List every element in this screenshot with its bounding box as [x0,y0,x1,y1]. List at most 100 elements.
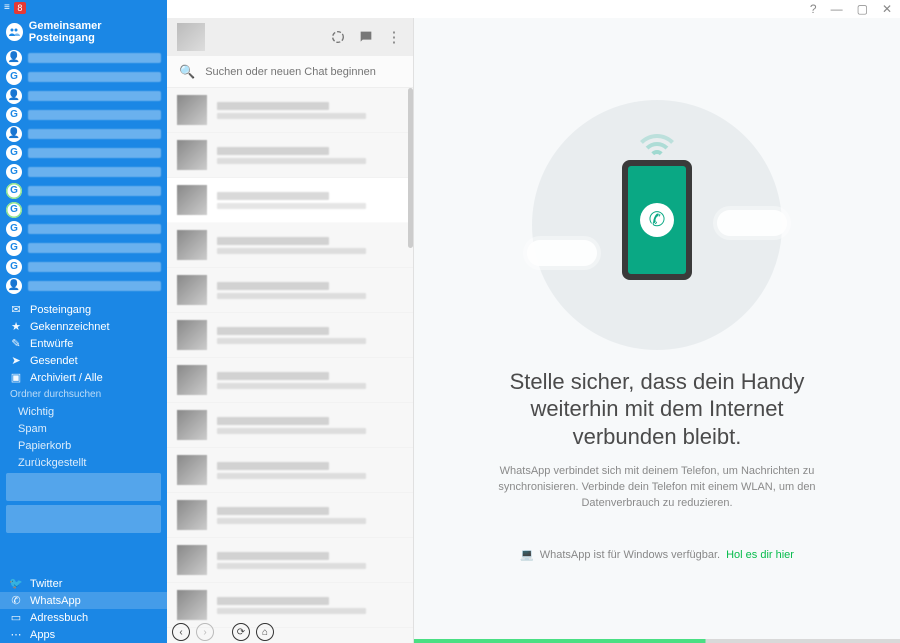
sidebar-title: Gemeinsamer Posteingang [29,20,161,44]
close-button[interactable]: ✕ [882,2,892,16]
nav-forward-icon[interactable]: › [196,623,214,641]
folder-inbox[interactable]: ✉Posteingang [0,301,167,318]
app-root: ≡ 8 Gemeinsamer Posteingang 👤 G 👤 G 👤 G … [0,0,900,643]
avatar [177,95,207,125]
account-item[interactable]: G [0,105,167,124]
bottom-nav-icons: ‹ › ⟳ ⌂ [172,623,274,641]
nav-back-icon[interactable]: ‹ [172,623,190,641]
google-icon: G [6,221,22,237]
download-link[interactable]: Hol es dir hier [726,549,794,561]
chat-item[interactable] [167,358,413,403]
chat-item[interactable] [167,583,413,628]
account-item[interactable]: 👤 [0,48,167,67]
nav-whatsapp[interactable]: ✆WhatsApp [0,592,167,609]
account-item[interactable]: 👤 [0,276,167,295]
whatsapp-illustration: ✆ [532,100,782,350]
avatar [177,365,207,395]
content-row: ⋮ 🔍 [167,18,900,643]
minimize-button[interactable]: — [831,2,843,16]
status-icon[interactable] [329,28,347,46]
sidebar-title-row[interactable]: Gemeinsamer Posteingang [0,16,167,48]
google-icon: G [6,240,22,256]
avatar [177,275,207,305]
account-item[interactable]: G [0,257,167,276]
draft-icon: ✎ [10,338,22,350]
avatar [177,545,207,575]
whatsapp-welcome-pane: ✆ Stelle sicher, dass dein Handy weiterh… [414,18,900,643]
avatar [177,140,207,170]
new-chat-icon[interactable] [357,28,375,46]
whatsapp-search-bar[interactable]: 🔍 [167,56,413,88]
avatar [177,185,207,215]
person-icon: 👤 [6,126,22,142]
progress-bar [414,639,900,643]
account-item[interactable]: 👤 [0,124,167,143]
account-list: 👤 G 👤 G 👤 G G G G G G G 👤 [0,48,167,295]
chat-item[interactable] [167,268,413,313]
chat-item[interactable] [167,88,413,133]
account-item[interactable]: G [0,219,167,238]
folder-search[interactable]: Ordner durchsuchen [0,386,167,403]
sent-icon: ➤ [10,355,22,367]
archive-icon: ▣ [10,372,22,384]
account-item[interactable]: G [0,67,167,86]
folder-archive[interactable]: ▣Archiviert / Alle [0,369,167,386]
avatar [177,500,207,530]
folder-starred[interactable]: ★Gekennzeichnet [0,318,167,335]
chat-item[interactable] [167,313,413,358]
nav-contacts[interactable]: ▭Adressbuch [0,609,167,626]
shared-inbox-icon [6,23,23,41]
apps-icon: ⋯ [10,629,22,641]
folder-snoozed[interactable]: Zurückgestellt [0,454,167,471]
whatsapp-chats[interactable] [167,88,413,643]
chat-item[interactable] [167,538,413,583]
twitter-icon: 🐦 [10,578,22,590]
menu-dots-icon[interactable]: ⋮ [385,28,403,46]
help-button[interactable]: ? [810,2,817,16]
chat-item[interactable] [167,403,413,448]
chat-item[interactable] [167,448,413,493]
google-icon: G [6,69,22,85]
menu-icon[interactable]: ≡ [4,2,10,14]
folder-trash[interactable]: Papierkorb [0,437,167,454]
folder-sent[interactable]: ➤Gesendet [0,352,167,369]
account-item[interactable]: G [0,181,167,200]
main-area: ? — ▢ ✕ ⋮ 🔍 [167,0,900,643]
whatsapp-logo-icon: ✆ [640,203,674,237]
nav-twitter[interactable]: 🐦Twitter [0,575,167,592]
person-icon: 👤 [6,278,22,294]
avatar [177,590,207,620]
search-icon: 🔍 [179,64,195,80]
avatar [177,320,207,350]
account-item[interactable]: G [0,162,167,181]
person-icon: 👤 [6,88,22,104]
folder-spam[interactable]: Spam [0,420,167,437]
google-icon: G [6,202,22,218]
avatar [177,410,207,440]
google-icon: G [6,164,22,180]
chat-item[interactable] [167,493,413,538]
own-avatar[interactable] [177,23,205,51]
account-item[interactable]: G [0,238,167,257]
search-input[interactable] [205,66,401,78]
account-item[interactable]: G [0,143,167,162]
person-icon: 👤 [6,50,22,66]
window-titlebar: ? — ▢ ✕ [167,0,900,18]
whatsapp-subtext: WhatsApp verbindet sich mit deinem Telef… [477,464,837,512]
account-item[interactable]: G [0,200,167,219]
nav-apps[interactable]: ⋯Apps [0,626,167,643]
sidebar-bottom: 🐦Twitter ✆WhatsApp ▭Adressbuch ⋯Apps [0,575,167,643]
chat-item[interactable] [167,133,413,178]
folder-drafts[interactable]: ✎Entwürfe [0,335,167,352]
sidebar: ≡ 8 Gemeinsamer Posteingang 👤 G 👤 G 👤 G … [0,0,167,643]
chat-item[interactable] [167,178,413,223]
chat-item[interactable] [167,223,413,268]
maximize-button[interactable]: ▢ [857,2,868,16]
avatar [177,455,207,485]
account-item[interactable]: 👤 [0,86,167,105]
nav-home-icon[interactable]: ⌂ [256,623,274,641]
nav-refresh-icon[interactable]: ⟳ [232,623,250,641]
folder-important[interactable]: Wichtig [0,403,167,420]
notification-badge: 8 [14,2,26,14]
redacted-block [6,473,161,501]
